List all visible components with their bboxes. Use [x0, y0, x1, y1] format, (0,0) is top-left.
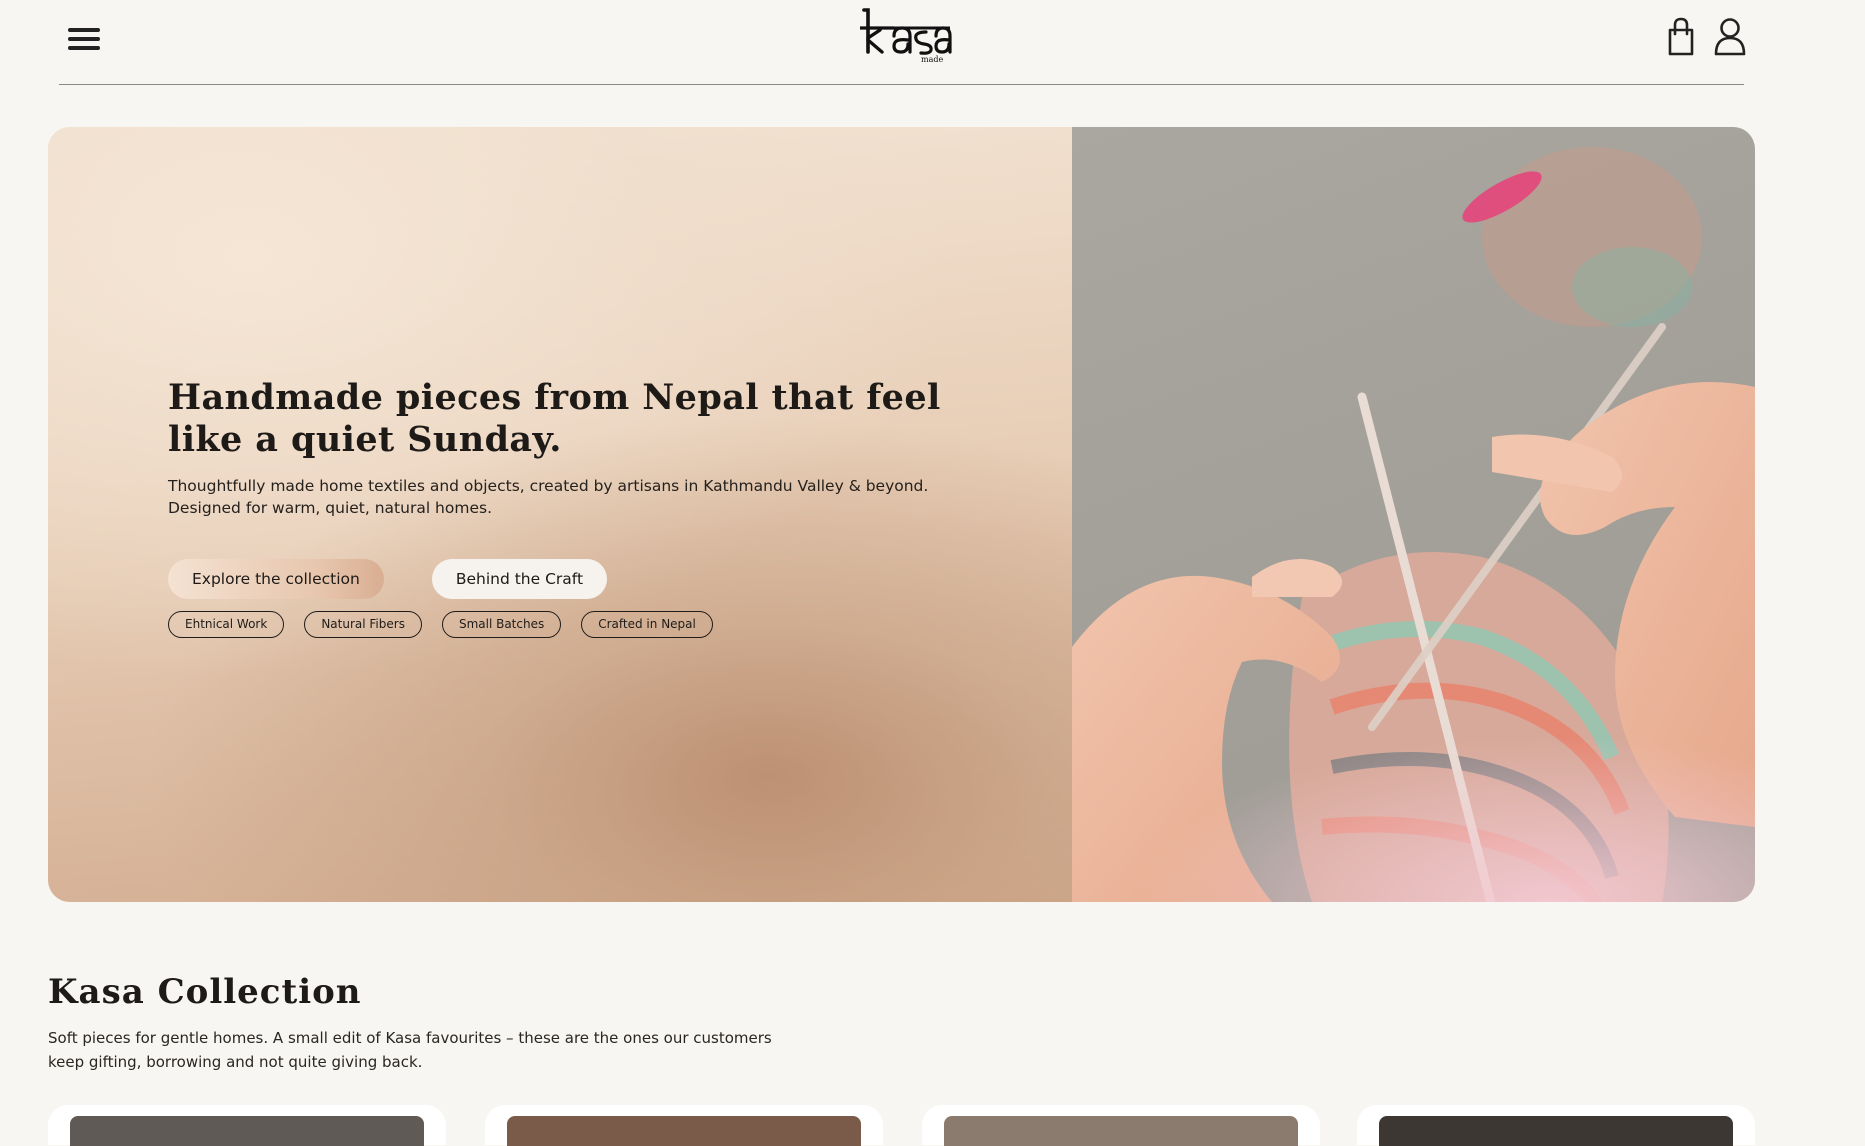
- tag-natural-fibers: Natural Fibers: [304, 611, 422, 638]
- product-card[interactable]: [1357, 1105, 1755, 1146]
- explore-collection-button[interactable]: Explore the collection: [168, 559, 384, 599]
- hero-banner: Handmade pieces from Nepal that feel lik…: [48, 127, 1755, 902]
- product-card[interactable]: [485, 1105, 883, 1146]
- hero-image: [1072, 127, 1755, 902]
- shopping-bag-icon[interactable]: [1665, 17, 1697, 57]
- product-card[interactable]: [48, 1105, 446, 1146]
- product-cards: [48, 1105, 1755, 1146]
- collection-title: Kasa Collection: [48, 972, 362, 1012]
- tag-ethnical-work: Ehtnical Work: [168, 611, 285, 638]
- product-card[interactable]: [922, 1105, 1320, 1146]
- collection-subtitle: Soft pieces for gentle homes. A small ed…: [48, 1029, 772, 1071]
- hero-buttons: Explore the collection Behind the Craft: [168, 559, 948, 599]
- hero-subtitle: Thoughtfully made home textiles and obje…: [168, 477, 929, 517]
- logo-subtext: made: [921, 55, 943, 64]
- hamburger-menu-icon[interactable]: [68, 25, 102, 55]
- collection-section: Kasa Collection Soft pieces for gentle h…: [48, 970, 848, 1074]
- kasa-logo[interactable]: made: [850, 6, 960, 66]
- behind-the-craft-button[interactable]: Behind the Craft: [431, 559, 608, 599]
- tag-crafted-in-nepal: Crafted in Nepal: [581, 611, 713, 638]
- tag-small-batches: Small Batches: [441, 611, 562, 638]
- hero-tags: Ehtnical Work Natural Fibers Small Batch…: [168, 611, 948, 638]
- hero-content: Handmade pieces from Nepal that feel lik…: [168, 377, 948, 638]
- site-header: made: [59, 0, 1747, 85]
- user-icon[interactable]: [1713, 17, 1747, 57]
- hero-title: Handmade pieces from Nepal that feel lik…: [168, 377, 941, 460]
